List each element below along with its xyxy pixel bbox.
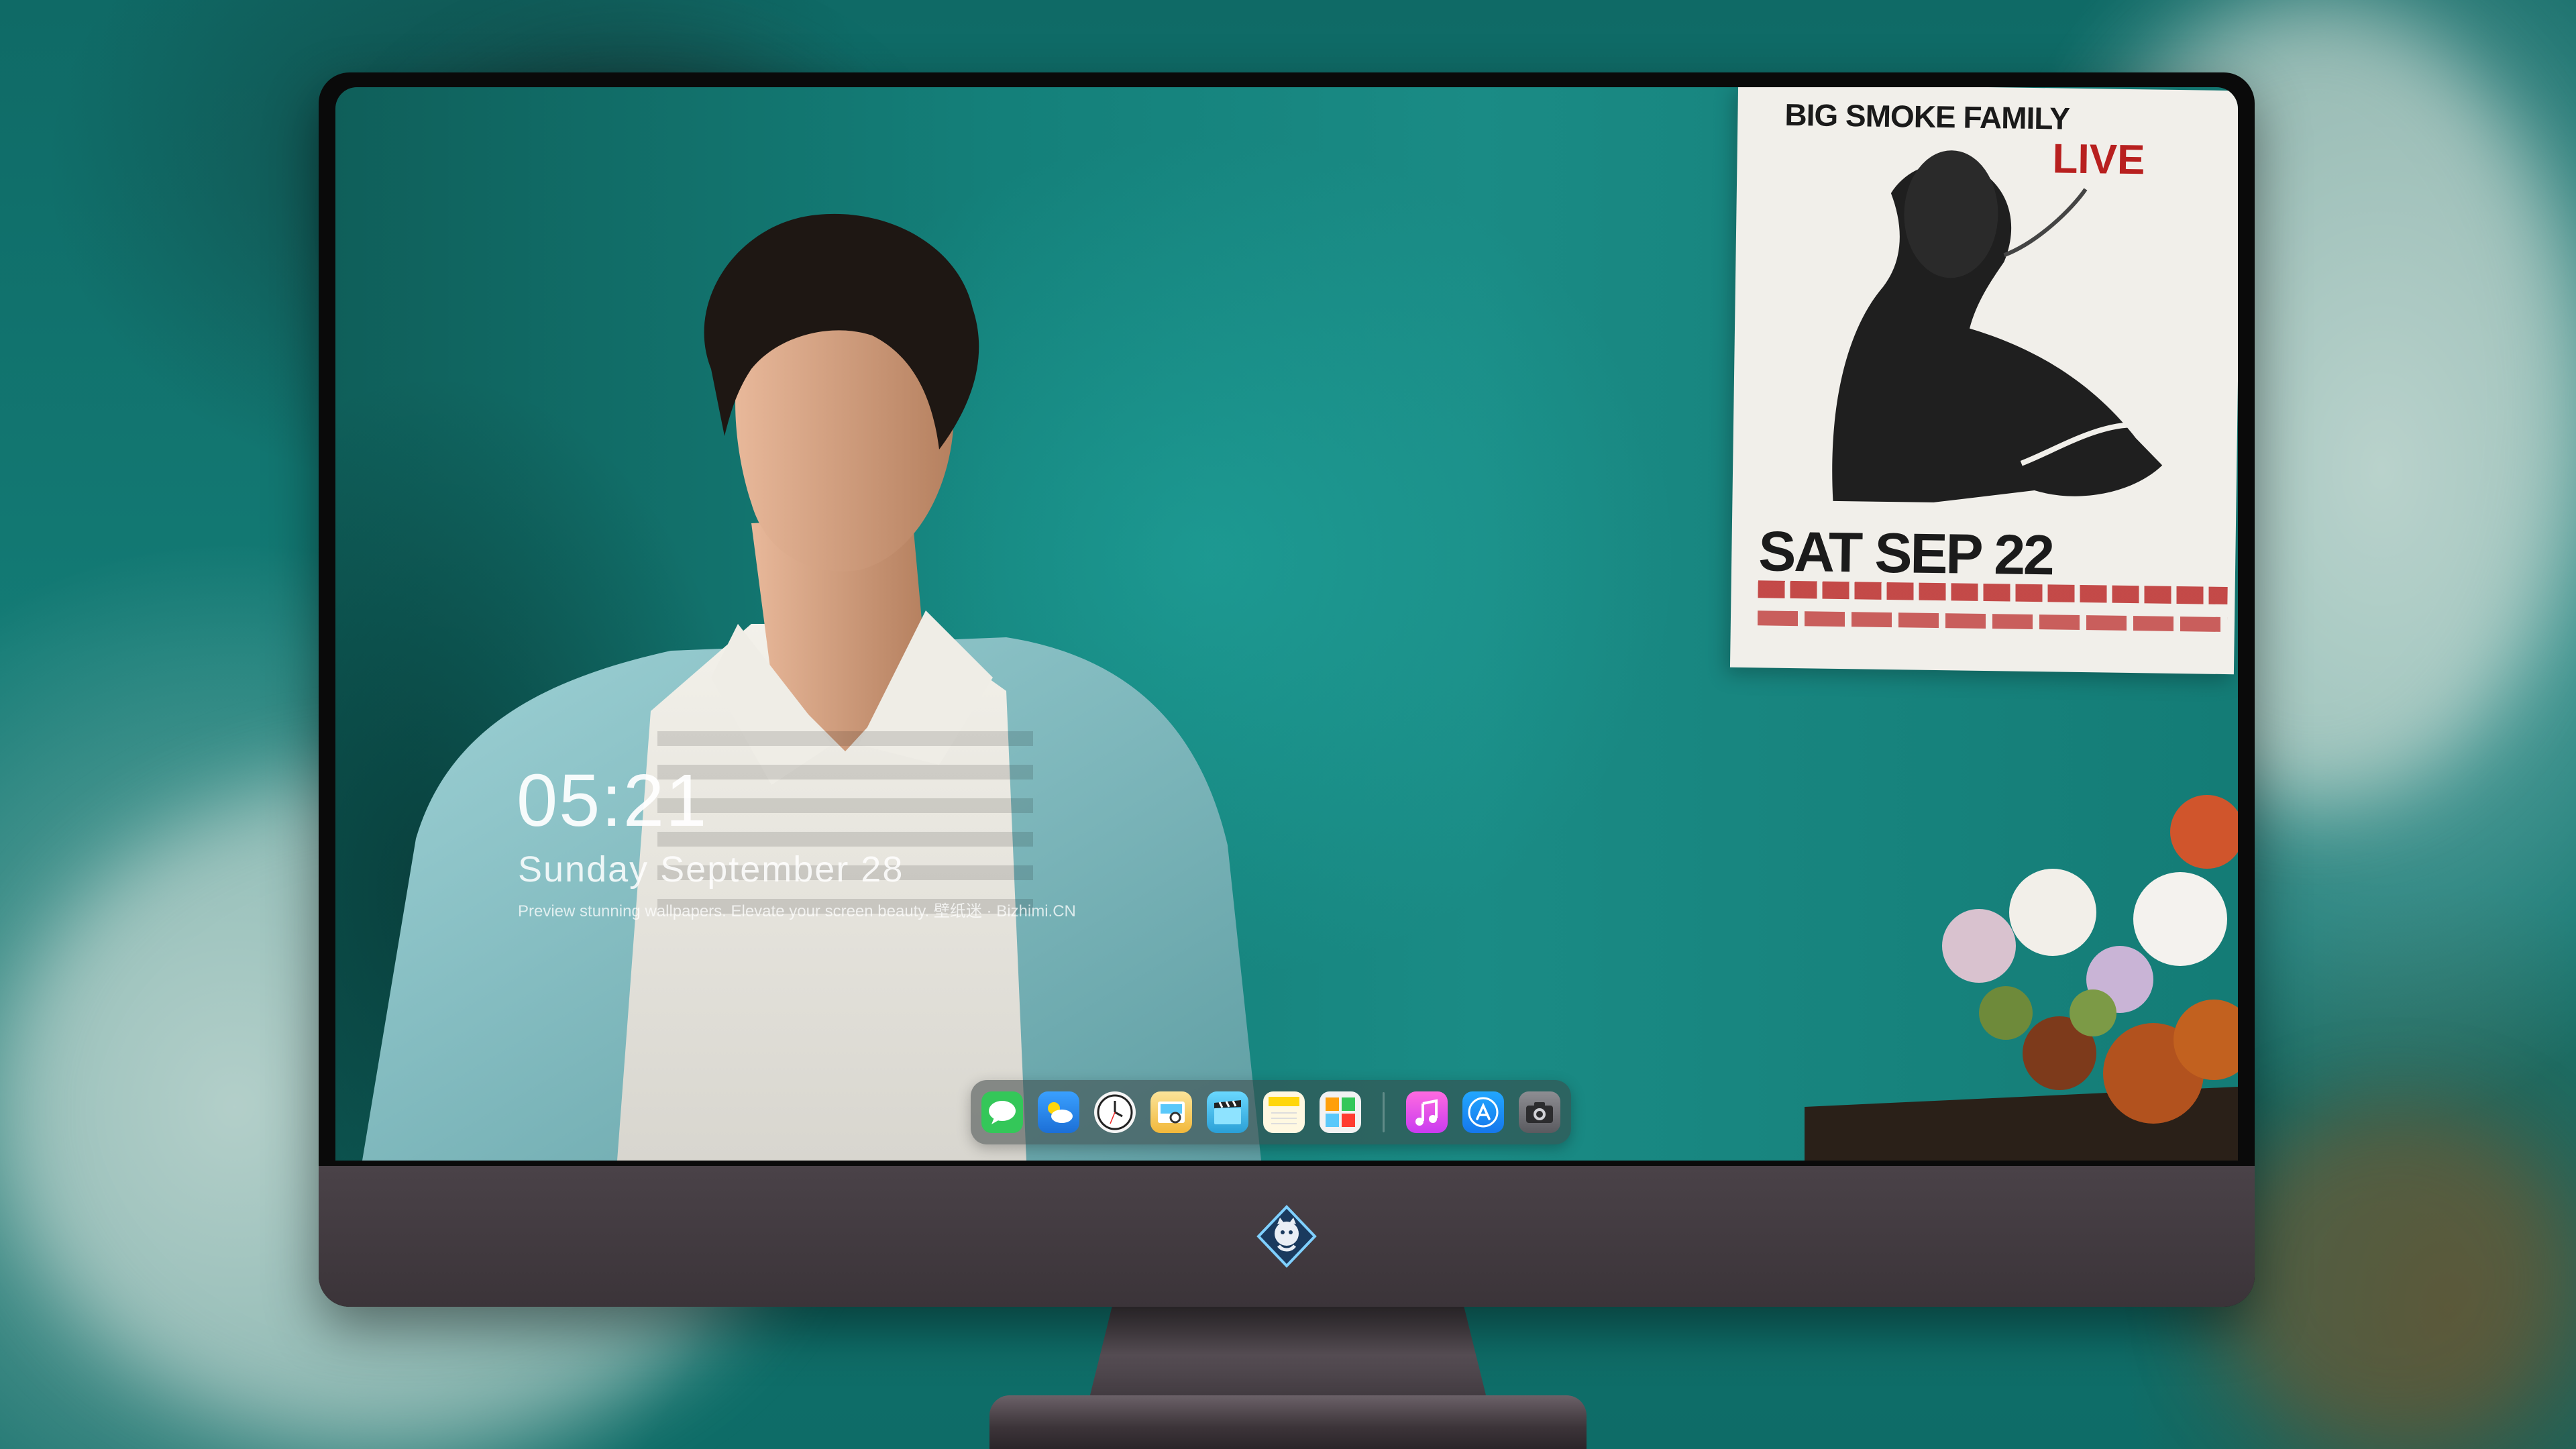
dock-app-messages[interactable] bbox=[981, 1091, 1023, 1133]
dock-app-app-store[interactable] bbox=[1462, 1091, 1504, 1133]
dock-separator bbox=[1383, 1092, 1385, 1132]
monitor: BIG SMOKE FAMILY LIVE SAT SEP 22 05:21 S… bbox=[319, 72, 2255, 1307]
lock-date: Sunday September 28 bbox=[518, 849, 904, 890]
notes-icon bbox=[1269, 1097, 1299, 1124]
clock-icon bbox=[1097, 1094, 1133, 1130]
dock-app-photo-booth[interactable] bbox=[1320, 1091, 1361, 1133]
dock bbox=[971, 1080, 1571, 1144]
mascot-logo-icon bbox=[1256, 1205, 1317, 1268]
photo-booth-icon bbox=[1326, 1097, 1355, 1127]
dock-app-camera[interactable] bbox=[1519, 1091, 1560, 1133]
dock-app-preview[interactable] bbox=[1150, 1091, 1192, 1133]
monitor-chin bbox=[319, 1166, 2255, 1307]
preview-icon bbox=[1158, 1102, 1185, 1124]
monitor-stand-base bbox=[989, 1395, 1587, 1449]
weather-icon bbox=[1048, 1102, 1073, 1123]
dock-app-clock[interactable] bbox=[1094, 1091, 1136, 1133]
dock-app-notes[interactable] bbox=[1263, 1091, 1305, 1133]
dock-app-music[interactable] bbox=[1406, 1091, 1448, 1133]
lock-time: 05:21 bbox=[517, 759, 708, 842]
clapper-icon bbox=[1214, 1100, 1241, 1124]
desktop-screen[interactable]: BIG SMOKE FAMILY LIVE SAT SEP 22 05:21 S… bbox=[335, 87, 2238, 1161]
wallpaper-caption: Preview stunning wallpapers. Elevate you… bbox=[518, 902, 1076, 920]
dock-app-weather[interactable] bbox=[1038, 1091, 1079, 1133]
wallpaper-flowers bbox=[1805, 795, 2238, 1161]
app-store-icon bbox=[1468, 1097, 1499, 1128]
dock-app-final-cut[interactable] bbox=[1207, 1091, 1248, 1133]
music-icon bbox=[1415, 1099, 1438, 1126]
camera-icon bbox=[1526, 1102, 1553, 1123]
messages-icon bbox=[989, 1101, 1016, 1124]
